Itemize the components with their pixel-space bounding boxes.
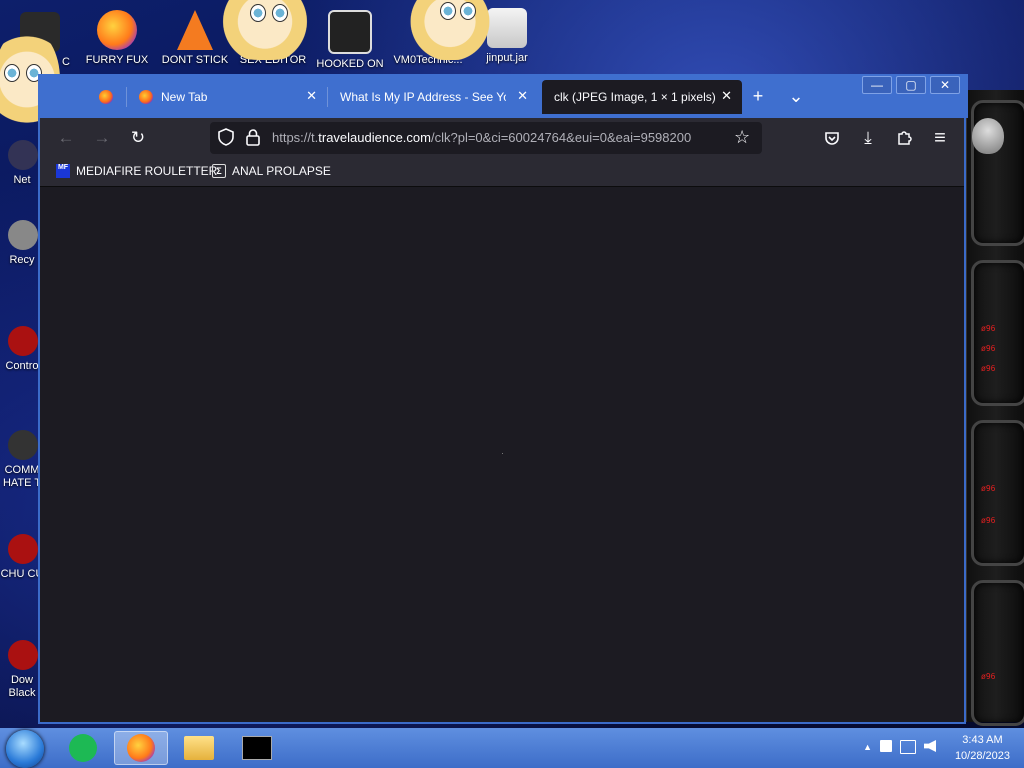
firefox-icon xyxy=(139,90,153,104)
desktop-icon-label: FURRY FUX xyxy=(85,54,149,66)
system-tray: ▲ xyxy=(863,740,936,754)
bookmark-anal-prolapse[interactable]: Σ ANAL PROLAPSE xyxy=(212,164,331,178)
mediafire-icon: MF xyxy=(56,164,70,178)
tab-label: What Is My IP Address - See Your xyxy=(340,90,506,104)
volume-icon[interactable] xyxy=(924,740,936,752)
forward-button[interactable]: → xyxy=(88,124,116,152)
cartoon-sticker xyxy=(400,0,500,60)
url-domain: travelaudience.com xyxy=(318,130,431,145)
tab-pinned[interactable] xyxy=(86,80,126,114)
navigation-toolbar: ← → ↻ https://t.travelaudience.com/clk?p… xyxy=(40,118,964,158)
tab-new-tab[interactable]: New Tab ✕ xyxy=(127,80,327,114)
tab-close-icon[interactable]: ✕ xyxy=(517,88,528,104)
gadget-readout: ø96 xyxy=(981,344,996,353)
new-tab-button[interactable]: + xyxy=(744,82,772,110)
desktop-icon-label: HOOKED ON xyxy=(316,58,384,70)
reload-button[interactable]: ↻ xyxy=(124,124,152,152)
desktop-icon-label: jinput.jar xyxy=(486,52,528,64)
desktop-icon-label: Recy xyxy=(9,254,35,266)
url-bar[interactable]: https://t.travelaudience.com/clk?pl=0&ci… xyxy=(210,122,762,154)
taskbar-firefox[interactable] xyxy=(114,731,168,765)
page-content-area[interactable] xyxy=(40,187,964,722)
tab-strip: New Tab ✕ What Is My IP Address - See Yo… xyxy=(86,80,742,114)
taskbar-app-green[interactable] xyxy=(56,731,110,765)
bookmarks-toolbar: MF MEDIAFIRE ROULETTER Σ ANAL PROLAPSE xyxy=(40,158,964,187)
bookmark-label: ANAL PROLAPSE xyxy=(232,164,331,178)
network-icon[interactable] xyxy=(900,740,916,754)
minimize-button[interactable]: — xyxy=(862,76,892,94)
desktop-icon-label: DONT STICK xyxy=(161,54,229,66)
window-controls: — ▢ ✕ xyxy=(862,76,960,94)
bookmark-mediafire-rouletter[interactable]: MF MEDIAFIRE ROULETTER xyxy=(56,164,217,178)
app-menu-button[interactable]: ≡ xyxy=(926,124,954,152)
tab-list-button[interactable]: ⌄ xyxy=(782,82,810,110)
url-prefix: https://t. xyxy=(272,130,319,145)
tab-close-icon[interactable]: ✕ xyxy=(721,88,732,104)
taskbar-file-explorer[interactable] xyxy=(172,731,226,765)
gadget-readout: ø96 xyxy=(981,484,996,493)
bookmark-sigma-icon: Σ xyxy=(212,164,226,178)
firefox-icon xyxy=(127,734,155,762)
firefox-icon xyxy=(97,10,137,50)
tab-close-icon[interactable]: ✕ xyxy=(306,88,317,104)
tab-clk-image[interactable]: clk (JPEG Image, 1 × 1 pixels) ✕ xyxy=(542,80,742,114)
desktop-gadget-panel: ø96 ø96 ø96 ø96 ø96 ø96 xyxy=(966,90,1024,726)
terminal-icon xyxy=(242,736,272,760)
one-pixel-image xyxy=(502,453,503,454)
clock[interactable]: 3:43 AM 10/28/2023 xyxy=(955,732,1010,764)
recycle-bin-icon xyxy=(8,220,38,250)
desktop-icon-furry-fux[interactable]: FURRY FUX xyxy=(82,10,152,66)
folder-icon xyxy=(184,736,214,760)
extensions-puzzle-icon[interactable] xyxy=(890,124,918,152)
desktop-icon-hooked-on[interactable]: HOOKED ON xyxy=(315,10,385,70)
bookmark-star-icon[interactable]: ☆ xyxy=(734,127,750,148)
gadget-readout: ø96 xyxy=(981,516,996,525)
tab-label: New Tab xyxy=(161,90,208,104)
browser-window: New Tab ✕ What Is My IP Address - See Yo… xyxy=(38,74,968,724)
tab-label: clk (JPEG Image, 1 × 1 pixels) xyxy=(554,90,716,104)
gadget-readout: ø96 xyxy=(981,364,996,373)
pocket-icon[interactable] xyxy=(818,124,846,152)
clock-time: 3:43 AM xyxy=(962,734,1003,746)
tracking-protection-shield-icon[interactable] xyxy=(218,128,234,149)
url-path: /clk?pl=0&ci=60024764&eui=0&eai=9598200 xyxy=(430,130,692,145)
notes-app-icon xyxy=(69,734,97,762)
desktop-icon-label: COMM HATE T xyxy=(2,464,42,489)
url-text[interactable]: https://t.travelaudience.com/clk?pl=0&ci… xyxy=(272,130,732,145)
tab-what-is-my-ip[interactable]: What Is My IP Address - See Your ✕ xyxy=(328,80,538,114)
taskbar-command-prompt[interactable] xyxy=(230,731,284,765)
bookmark-label: MEDIAFIRE ROULETTER xyxy=(76,164,218,178)
start-button[interactable] xyxy=(6,730,44,768)
maximize-button[interactable]: ▢ xyxy=(896,76,926,94)
cartoon-sticker xyxy=(210,0,320,60)
clock-date: 10/28/2023 xyxy=(954,750,1010,762)
gadget-readout: ø96 xyxy=(981,324,996,333)
browser-titlebar[interactable]: New Tab ✕ What Is My IP Address - See Yo… xyxy=(38,74,968,118)
action-center-flag-icon[interactable] xyxy=(880,740,892,752)
back-button[interactable]: ← xyxy=(52,124,80,152)
desktop-icon-label: Net xyxy=(13,174,31,186)
downloads-button[interactable]: ⤓ xyxy=(854,124,882,152)
desktop-icon-label: Dow Black xyxy=(8,674,36,699)
gadget-readout: ø96 xyxy=(981,672,996,681)
vlc-icon xyxy=(177,10,213,50)
alien-head-icon xyxy=(972,118,1004,154)
show-hidden-icons-button[interactable]: ▲ xyxy=(863,740,872,754)
taskbar: ▲ 3:43 AM 10/28/2023 xyxy=(0,728,1024,768)
desktop-icon-label: CHU CU xyxy=(0,568,44,580)
close-window-button[interactable]: ✕ xyxy=(930,76,960,94)
app-icon xyxy=(328,10,372,54)
lock-icon[interactable] xyxy=(246,128,260,149)
firefox-icon xyxy=(99,90,113,104)
desktop-icon-label: Contro xyxy=(5,360,39,372)
